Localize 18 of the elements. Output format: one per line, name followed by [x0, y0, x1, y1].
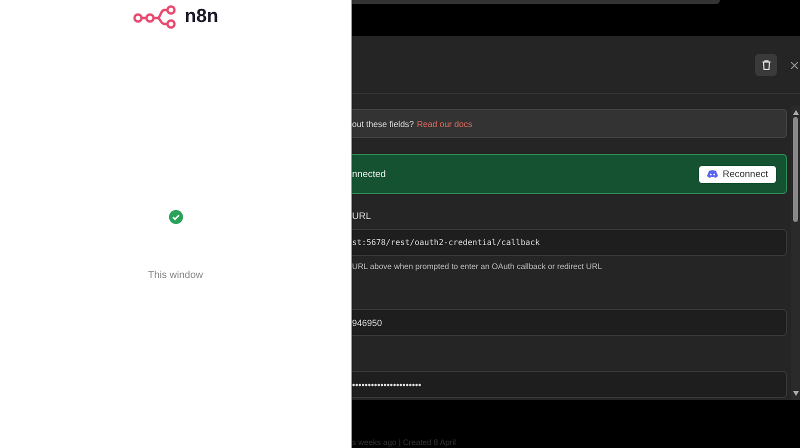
field-hint: URL above when prompted to enter an OAuth callback or redirect URL: [352, 262, 604, 271]
input-field[interactable]: 946950: [352, 309, 787, 336]
discord-icon: [706, 170, 718, 178]
info-banner: out these fields? Read our docs: [352, 109, 787, 138]
input-field[interactable]: ••••••••••••••••••••••: [352, 371, 787, 398]
logo-text: n8n: [184, 6, 218, 28]
trash-icon: [762, 60, 770, 70]
reconnect-button[interactable]: Reconnect: [698, 166, 776, 182]
input-field[interactable]: st:5678/rest/oauth2-credential/callback: [352, 229, 787, 256]
scroll-down-icon[interactable]: [792, 391, 798, 396]
status-text: nnected: [352, 168, 386, 180]
window-message: This window: [148, 270, 204, 281]
scroll-up-icon[interactable]: [792, 110, 798, 115]
docs-link[interactable]: Read our docs: [416, 118, 472, 128]
delete-button[interactable]: [755, 54, 777, 76]
logo-icon: [132, 4, 177, 30]
field-label: URL: [352, 211, 372, 224]
scrollbar[interactable]: [791, 106, 800, 400]
